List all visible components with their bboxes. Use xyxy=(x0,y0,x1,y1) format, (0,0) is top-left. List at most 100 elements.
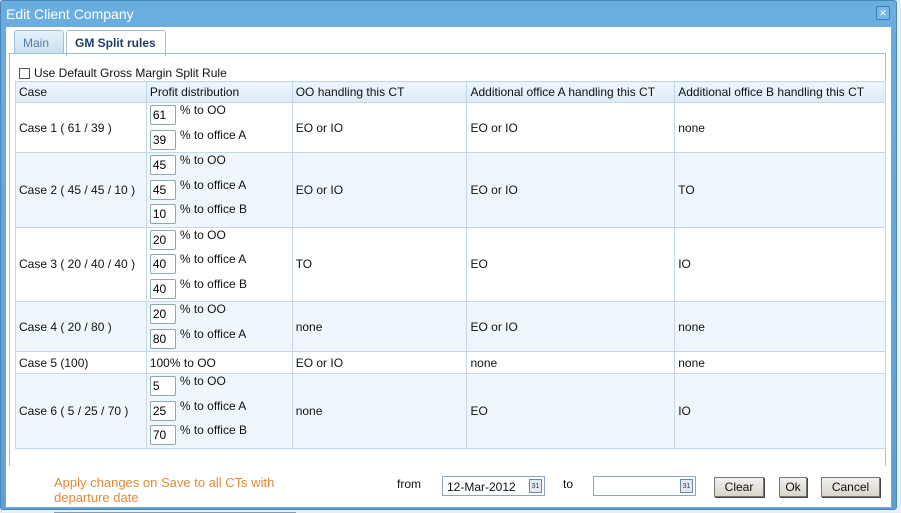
distribution-entry: % to office B xyxy=(149,423,289,448)
case-cell: Case 1 ( 61 / 39 ) xyxy=(15,102,147,153)
to-label: to xyxy=(563,477,574,491)
percent-label: % to office A xyxy=(179,177,247,192)
table-row: Case 5 (100) 100% to OO EO or IO none none xyxy=(15,351,886,374)
clear-button[interactable]: Clear xyxy=(714,477,764,497)
distribution-entry: % to OO xyxy=(149,153,289,178)
percent-input[interactable] xyxy=(149,400,176,421)
distribution-entry: % to OO xyxy=(149,302,289,327)
percent-label: % to office A xyxy=(179,252,247,266)
profit-distribution-cell: % to OO % to office A xyxy=(145,301,293,352)
column-header: Additional office A handling this CT xyxy=(466,81,676,103)
percent-input[interactable] xyxy=(149,105,176,125)
oo-handling-cell: none xyxy=(291,301,468,352)
oo-handling-cell: TO xyxy=(291,226,468,302)
percent-label: % to office B xyxy=(179,202,247,216)
office-b-handling-cell: none xyxy=(674,301,886,352)
apply-changes-text: Apply changes on Save to all CTs with de… xyxy=(54,475,296,513)
close-icon[interactable]: ✕ xyxy=(876,6,890,20)
percent-label: % to office A xyxy=(179,127,247,142)
percent-input[interactable] xyxy=(149,155,176,175)
oo-handling-cell: none xyxy=(291,373,468,449)
case-cell: Case 6 ( 5 / 25 / 70 ) xyxy=(15,373,147,449)
percent-input[interactable] xyxy=(149,254,176,274)
distribution-entry: % to office A xyxy=(149,326,289,352)
oo-handling-cell: EO or IO xyxy=(291,102,468,153)
gm-split-table: Case Profit distribution OO handling this … xyxy=(15,81,886,449)
office-a-handling-cell: none xyxy=(466,351,676,374)
profit-distribution-cell: % to OO % to office A % to office B xyxy=(145,152,293,228)
office-b-handling-cell: IO xyxy=(674,373,886,449)
percent-input[interactable] xyxy=(149,129,176,150)
distribution-entry: % to office B xyxy=(149,276,289,302)
percent-label: % to OO xyxy=(179,153,226,167)
checkbox-label: Use Default Gross Margin Split Rule xyxy=(34,66,227,80)
table-row: Case 4 ( 20 / 80 ) % to OO % to office A no… xyxy=(15,301,886,352)
percent-input[interactable] xyxy=(149,425,176,445)
table-row: Case 1 ( 61 / 39 ) % to OO % to office A EO… xyxy=(15,102,886,153)
case-cell: Case 2 ( 45 / 45 / 10 ) xyxy=(15,152,147,228)
table-row: Case 3 ( 20 / 40 / 40 ) % to OO % to offic… xyxy=(15,226,886,302)
column-header: OO handling this CT xyxy=(291,81,468,103)
case-cell: Case 3 ( 20 / 40 / 40 ) xyxy=(15,226,147,302)
percent-input[interactable] xyxy=(149,229,176,250)
percent-label: % to OO xyxy=(179,103,226,117)
distribution-entry: % to OO xyxy=(149,227,289,253)
distribution-entry: % to office A xyxy=(149,398,289,424)
percent-label: % to OO xyxy=(179,227,226,242)
percent-input[interactable] xyxy=(149,204,176,224)
percent-input[interactable] xyxy=(149,304,176,324)
office-b-handling-cell: IO xyxy=(674,226,886,302)
office-a-handling-cell: EO xyxy=(466,373,676,449)
from-label: from xyxy=(397,477,421,491)
oo-handling-cell: EO or IO xyxy=(291,152,468,228)
edit-client-company-dialog: Edit Client Company ✕ Main GM Split rule… xyxy=(0,0,897,513)
percent-input[interactable] xyxy=(149,278,176,299)
office-b-handling-cell: none xyxy=(674,102,886,153)
office-a-handling-cell: EO or IO xyxy=(466,102,676,153)
percent-label: % to OO xyxy=(179,302,226,316)
dialog-title: Edit Client Company xyxy=(6,6,134,22)
case-cell: Case 4 ( 20 / 80 ) xyxy=(15,301,147,352)
percent-label: % to OO xyxy=(179,374,226,388)
use-default-rule-checkbox[interactable]: Use Default Gross Margin Split Rule xyxy=(19,66,227,80)
office-b-handling-cell: none xyxy=(674,351,886,374)
oo-handling-cell: EO or IO xyxy=(291,351,468,374)
office-b-handling-cell: TO xyxy=(674,152,886,228)
dialog-body: Main GM Split rules Use Default Gross Ma… xyxy=(5,26,892,513)
from-date-input[interactable]: 12-Mar-2012 31 xyxy=(442,476,545,496)
calendar-icon[interactable]: 31 xyxy=(680,479,693,493)
office-a-handling-cell: EO xyxy=(466,226,676,302)
percent-label: % to office A xyxy=(179,326,247,341)
checkbox-box[interactable] xyxy=(19,67,30,79)
percent-label: % to office B xyxy=(179,276,247,291)
percent-label: % to office A xyxy=(179,398,247,413)
cancel-button[interactable]: Cancel xyxy=(821,477,880,497)
calendar-icon[interactable]: 31 xyxy=(529,479,542,493)
percent-input[interactable] xyxy=(149,179,176,200)
distribution-entry: % to office B xyxy=(149,202,289,227)
percent-label: % to office B xyxy=(179,423,247,437)
distribution-entry: % to OO xyxy=(149,103,289,128)
profit-distribution-cell: % to OO % to office A xyxy=(145,102,293,153)
table-header: Case Profit distribution OO handling this … xyxy=(15,81,886,103)
table-row: Case 2 ( 45 / 45 / 10 ) % to OO % to offic… xyxy=(15,152,886,228)
percent-input[interactable] xyxy=(149,376,176,396)
office-a-handling-cell: EO or IO xyxy=(466,301,676,352)
distribution-entry: % to office A xyxy=(149,177,289,203)
column-header: Additional office B handling this CT xyxy=(674,81,886,103)
profit-distribution-cell: % to OO % to office A % to office B xyxy=(145,226,293,302)
distribution-entry: % to OO xyxy=(149,374,289,399)
profit-distribution-cell: 100% to OO xyxy=(145,351,293,374)
from-date-value: 12-Mar-2012 xyxy=(447,480,516,494)
tab-main[interactable]: Main xyxy=(14,30,64,54)
table-row: Case 6 ( 5 / 25 / 70 ) % to OO % to office… xyxy=(15,373,886,449)
office-a-handling-cell: EO or IO xyxy=(466,152,676,228)
ok-button[interactable]: Ok xyxy=(779,477,807,497)
distribution-entry: % to office A xyxy=(149,127,289,153)
percent-input[interactable] xyxy=(149,328,176,349)
column-header: Profit distribution xyxy=(145,81,293,103)
to-date-input[interactable]: 31 xyxy=(593,476,696,496)
distribution-entry: % to office A xyxy=(149,252,289,277)
column-header: Case xyxy=(15,81,147,103)
profit-distribution-cell: % to OO % to office A % to office B xyxy=(145,373,293,449)
